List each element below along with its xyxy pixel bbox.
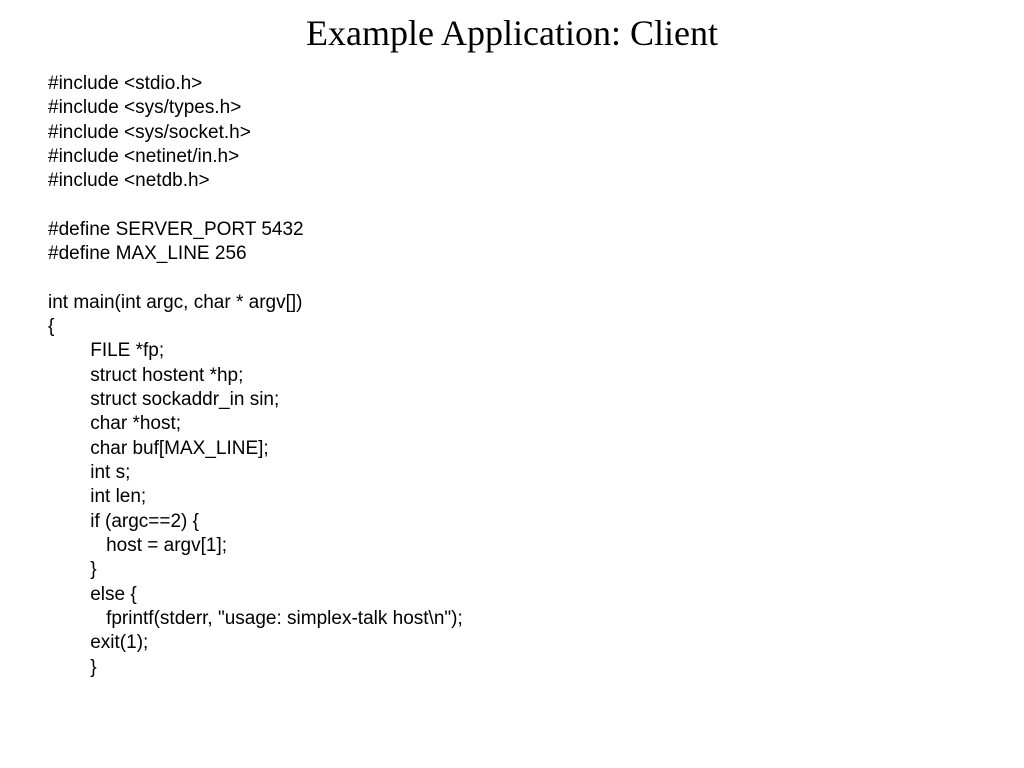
slide: Example Application: Client #include <st… <box>0 0 1024 768</box>
slide-title: Example Application: Client <box>0 12 1024 54</box>
code-block: #include <stdio.h> #include <sys/types.h… <box>0 72 1024 680</box>
